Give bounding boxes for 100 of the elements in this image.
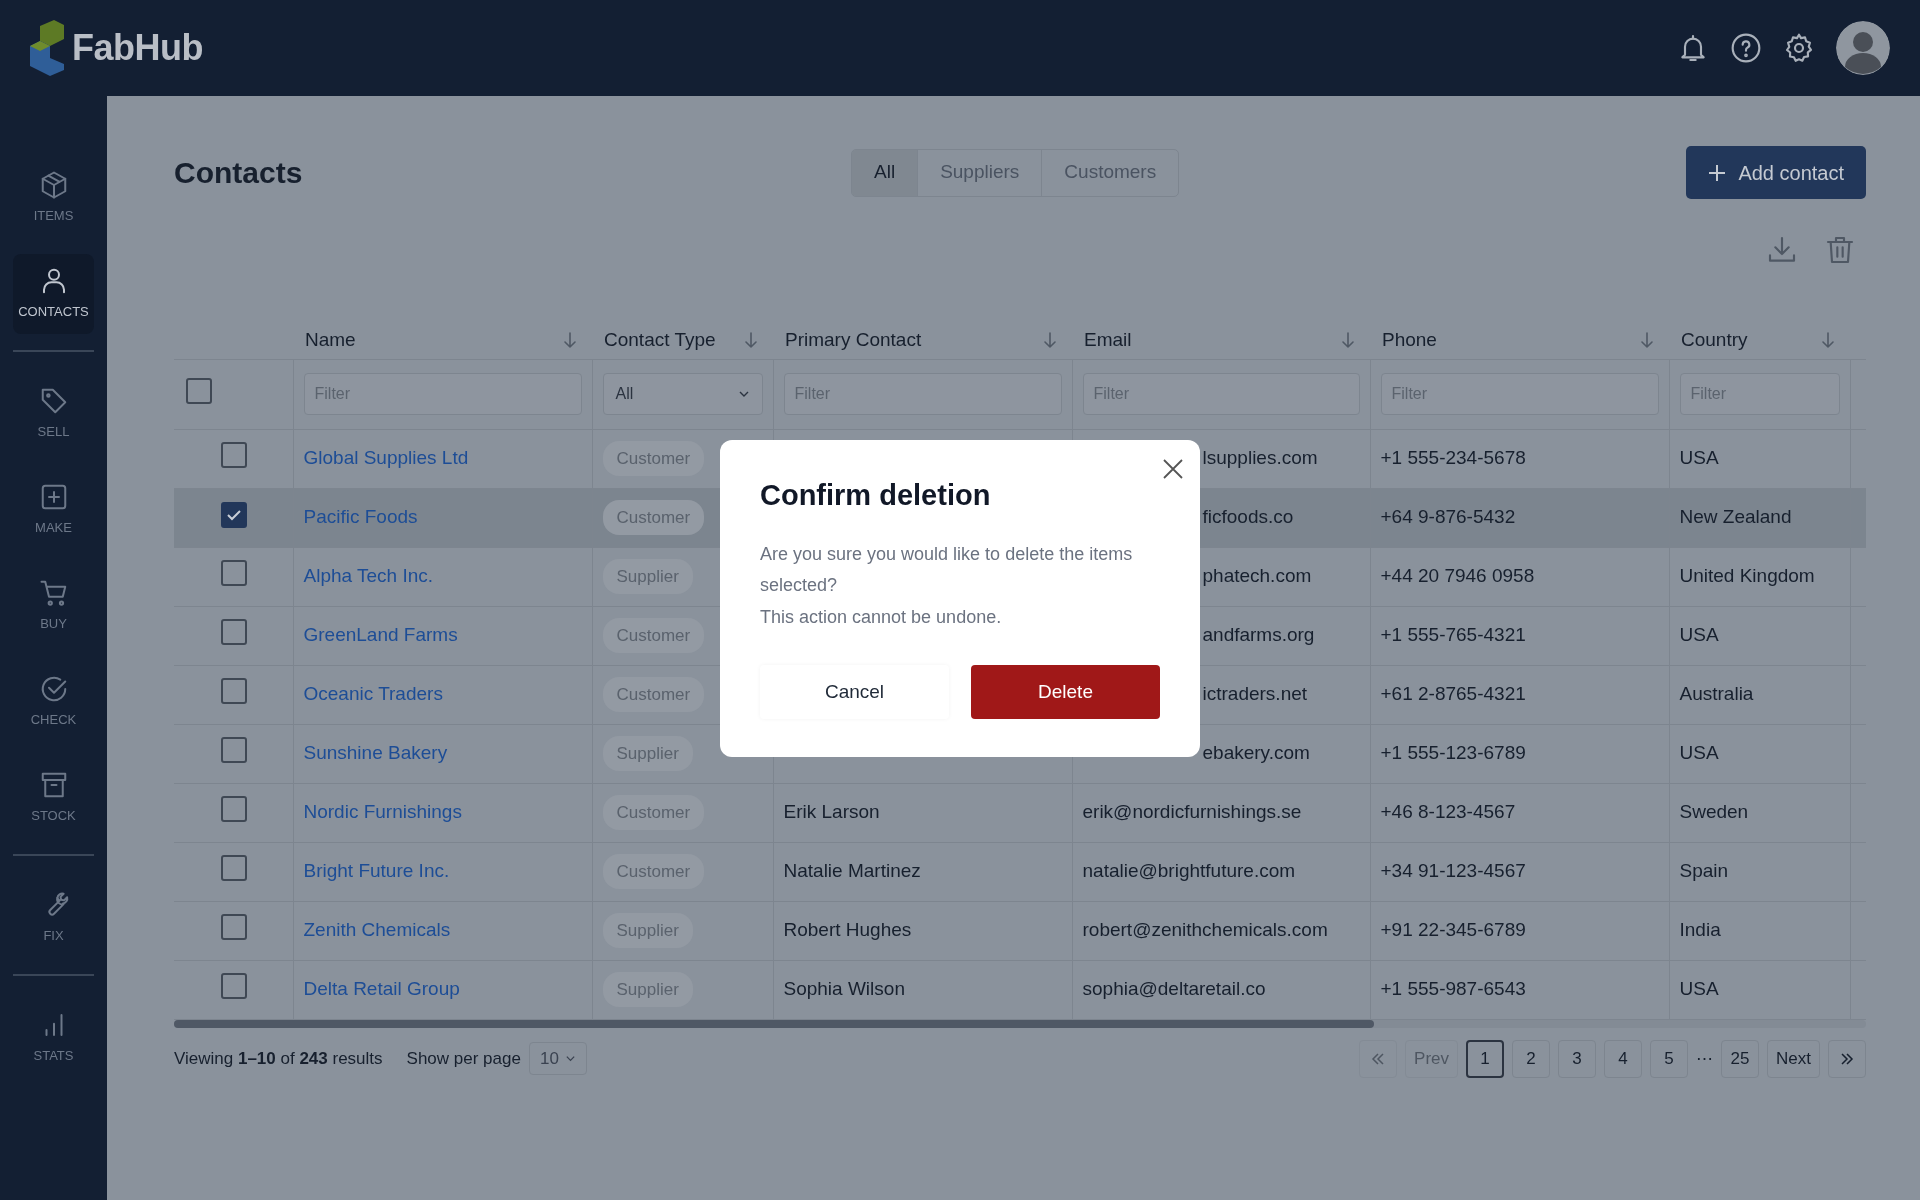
- row-checkbox[interactable]: [221, 442, 248, 469]
- last-page-button[interactable]: [1828, 1039, 1866, 1078]
- table-cell: +64 9-876-5432: [1380, 506, 1516, 528]
- page-button[interactable]: 2: [1512, 1039, 1551, 1078]
- results-summary: Viewing 1–10 of 243 results: [174, 1047, 383, 1070]
- select-all-checkbox[interactable]: [186, 377, 212, 404]
- contact-name-link[interactable]: Oceanic Traders: [303, 683, 443, 705]
- row-checkbox[interactable]: [221, 502, 248, 529]
- add-contact-button[interactable]: Add contact: [1686, 146, 1866, 199]
- pagination-ellipsis: ⋯: [1696, 1047, 1714, 1070]
- table-cell: natalie@brightfuture.com: [1082, 860, 1296, 882]
- trash-icon[interactable]: [1824, 234, 1856, 266]
- row-checkbox[interactable]: [221, 914, 248, 941]
- sidebar-item[interactable]: CONTACTS: [13, 254, 94, 334]
- sidebar-item[interactable]: CHECK: [13, 662, 94, 742]
- row-checkbox[interactable]: [221, 973, 248, 1000]
- sidebar-item[interactable]: SELL: [13, 374, 94, 454]
- page-button[interactable]: 3: [1558, 1039, 1597, 1078]
- contact-type-tag: Supplier: [602, 912, 693, 949]
- table-cell: Erik Larson: [783, 801, 880, 823]
- row-checkbox[interactable]: [221, 560, 248, 587]
- table-cell: +1 555-234-5678: [1380, 447, 1526, 469]
- plus-icon: [1708, 163, 1727, 182]
- column-header[interactable]: Primary Contact: [785, 326, 922, 355]
- filter-tab[interactable]: Customers: [1041, 149, 1179, 196]
- dialog-title: Confirm deletion: [760, 478, 992, 513]
- per-page-dropdown[interactable]: 10: [528, 1041, 587, 1076]
- table-cell: USA: [1679, 447, 1719, 469]
- table-cell: +1 555-765-4321: [1380, 624, 1526, 646]
- table-cell: andfarms.org: [1202, 624, 1315, 646]
- sidebar-item[interactable]: MAKE: [13, 470, 94, 550]
- contact-type-tag: Customer: [602, 440, 705, 477]
- table-cell: robert@zenithchemicals.com: [1082, 919, 1328, 941]
- table-cell: sophia@deltaretail.co: [1082, 978, 1266, 1000]
- table-cell: ebakery.com: [1202, 742, 1310, 764]
- row-checkbox[interactable]: [221, 737, 248, 764]
- row-checkbox[interactable]: [221, 796, 248, 823]
- contact-type-tag: Customer: [602, 676, 705, 713]
- settings-icon[interactable]: [1783, 32, 1815, 64]
- table-cell: USA: [1679, 624, 1719, 646]
- sidebar-item[interactable]: STATS: [13, 998, 94, 1078]
- contact-type-tag: Customer: [602, 499, 705, 536]
- page-button[interactable]: 25: [1721, 1039, 1760, 1078]
- sidebar-item[interactable]: BUY: [13, 566, 94, 646]
- contact-name-link[interactable]: Sunshine Bakery: [303, 742, 448, 764]
- app-name: FabHub: [72, 26, 203, 70]
- type-filter-dropdown[interactable]: All: [602, 373, 763, 415]
- filter-tab[interactable]: Suppliers: [917, 149, 1042, 196]
- logo-icon: [30, 20, 64, 76]
- row-checkbox[interactable]: [221, 619, 248, 646]
- page-button[interactable]: 1: [1466, 1039, 1505, 1078]
- filter-tab[interactable]: All: [852, 149, 918, 196]
- column-header[interactable]: Country: [1681, 326, 1748, 355]
- page-title: Contacts: [174, 154, 304, 191]
- table-cell: ictraders.net: [1202, 683, 1308, 705]
- contact-name-link[interactable]: Delta Retail Group: [303, 978, 460, 1000]
- table-cell: USA: [1679, 742, 1719, 764]
- table-cell: Sophia Wilson: [783, 978, 905, 1000]
- next-page-button[interactable]: Next: [1767, 1039, 1820, 1078]
- double-chevron-icon: [1370, 1050, 1387, 1067]
- column-header[interactable]: Email: [1084, 326, 1132, 355]
- contact-name-link[interactable]: Zenith Chemicals: [303, 919, 451, 941]
- table-cell: Spain: [1679, 860, 1729, 882]
- table-cell: +1 555-123-6789: [1380, 742, 1526, 764]
- scrollbar[interactable]: [174, 1019, 1866, 1028]
- contact-type-tag: Supplier: [602, 558, 693, 595]
- sidebar-item[interactable]: FIX: [13, 878, 94, 958]
- table-cell: Australia: [1679, 683, 1754, 705]
- table-cell: +46 8-123-4567: [1380, 801, 1516, 823]
- column-header[interactable]: Phone: [1382, 326, 1437, 355]
- cancel-button[interactable]: Cancel: [760, 665, 949, 720]
- sidebar-item[interactable]: STOCK: [13, 758, 94, 838]
- contact-name-link[interactable]: Nordic Furnishings: [303, 801, 462, 823]
- table-cell: Robert Hughes: [783, 919, 912, 941]
- double-chevron-icon: [1839, 1050, 1855, 1067]
- contact-type-tag: Supplier: [602, 971, 693, 1008]
- contact-name-link[interactable]: Alpha Tech Inc.: [303, 565, 434, 587]
- table-cell: +1 555-987-6543: [1380, 978, 1526, 1000]
- table-cell: phatech.com: [1202, 565, 1312, 587]
- page-button[interactable]: 4: [1604, 1039, 1643, 1078]
- table-cell: USA: [1679, 978, 1719, 1000]
- cart-icon: [38, 578, 69, 609]
- column-header[interactable]: Contact Type: [604, 326, 716, 355]
- contact-type-tag: Customer: [602, 794, 705, 831]
- sidebar-item[interactable]: ITEMS: [13, 158, 94, 238]
- page-button[interactable]: 5: [1650, 1039, 1689, 1078]
- avatar[interactable]: [1836, 21, 1890, 75]
- table-cell: lsupplies.com: [1202, 447, 1318, 469]
- column-header[interactable]: Name: [305, 326, 356, 355]
- row-checkbox[interactable]: [221, 855, 248, 882]
- contact-name-link[interactable]: Pacific Foods: [303, 506, 418, 528]
- delete-button[interactable]: Delete: [971, 665, 1160, 720]
- table-cell: United Kingdom: [1679, 565, 1815, 587]
- help-icon[interactable]: [1730, 32, 1762, 64]
- contact-name-link[interactable]: GreenLand Farms: [303, 624, 458, 646]
- chevron-down-icon: [564, 1053, 576, 1064]
- contact-name-link[interactable]: Bright Future Inc.: [303, 860, 450, 882]
- table-cell: India: [1679, 919, 1721, 941]
- table-cell: +44 20 7946 0958: [1380, 565, 1535, 587]
- row-checkbox[interactable]: [221, 678, 248, 705]
